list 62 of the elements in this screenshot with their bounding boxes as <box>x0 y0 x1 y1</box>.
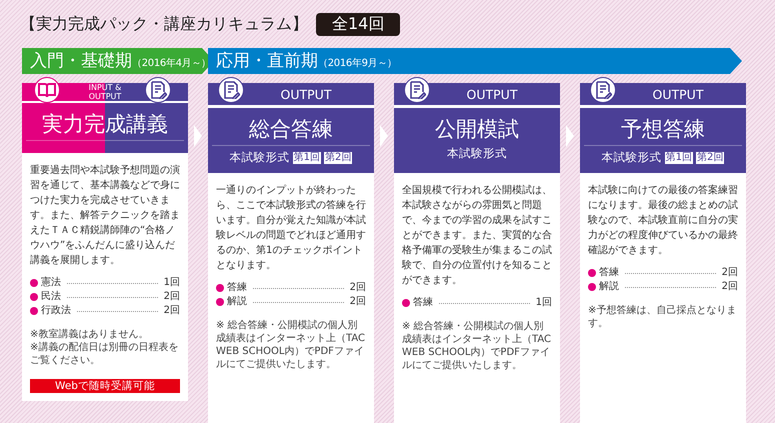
bullet-dot <box>30 293 38 301</box>
document-pencil-icon <box>222 81 240 99</box>
bullet-dot <box>216 284 224 292</box>
item-name: 民法 <box>41 290 61 304</box>
course-description: 一通りのインプットが終わったら、ここで本試験形式の答練を行います。自分が覚えた知識が本試験レベルの問題でどれほど通用するのか、第1のチェックポイントとなります。 <box>216 184 366 273</box>
page-title: 【実力完成パック・講座カリキュラム】 <box>20 14 308 34</box>
footnote: ※教室講義はありません。 <box>30 328 150 341</box>
course-title: 公開模試 <box>435 116 519 142</box>
document-pencil-icon <box>594 81 612 99</box>
web-badge: Webで随時受講可能 <box>30 379 180 393</box>
total-sessions-badge: 全14回 <box>316 12 400 36</box>
format-label: 本試験形式 <box>230 150 290 165</box>
item-name: 答練 <box>413 296 433 310</box>
course-description: 全国規模で行われる公開模試は、本試験さながらの雰囲気と問題で、今までの学習の成果を試すことができます。また、実質的な合格予備軍の受験生が集まるこの試験で、自分の位置付けを知ることができます。 <box>402 184 552 288</box>
session-count: 1回 <box>536 296 552 310</box>
chevron-icon <box>566 125 574 147</box>
chevron-icon <box>380 125 388 147</box>
footnote: ※講義の配信日は別冊の日程表をご覧ください。 <box>30 341 180 367</box>
chevron-icon <box>194 125 202 147</box>
session-count: 2回 <box>350 281 366 295</box>
item-name: 憲法 <box>41 276 61 290</box>
session-count: 2回 <box>350 295 366 309</box>
bullet-dot <box>588 283 596 291</box>
course-title: 予想答練 <box>621 116 705 142</box>
format-label: 本試験形式 <box>447 146 507 161</box>
header-label: OUTPUT <box>280 86 332 102</box>
course-title: 総合答練 <box>249 116 333 142</box>
book-icon <box>38 82 56 98</box>
phase-name: 応用・直前期 <box>216 50 318 73</box>
round-tag: 第1回 <box>664 152 693 164</box>
course-description: 重要過去問や本試験予想問題の演習を通じて、基本講義などで身につけた実力を完成させていきます。また、解答テクニックを踏まえたＴＡＣ精鋭講師陣の“合格ノウハウ”をふんだんに盛り込んだ講義を展開します。 <box>30 164 180 268</box>
footnote: ※ 総合答練・公開模試の個人別成績表はインターネット上（TAC WEB SCHOOL内）でPDFファイルにてご提供いたします。 <box>216 319 366 371</box>
document-pencil-icon <box>408 81 426 99</box>
bullet-dot <box>402 299 410 307</box>
format-label: 本試験形式 <box>602 150 662 165</box>
session-count: 2回 <box>722 280 738 294</box>
header-label: OUTPUT <box>466 86 518 102</box>
session-count: 2回 <box>164 290 180 304</box>
phase-period: （2016年4月～） <box>132 57 211 71</box>
item-name: 解説 <box>227 295 247 309</box>
item-name: 答練 <box>227 281 247 295</box>
course-title: 実力完成講義 <box>42 111 168 138</box>
item-name: 解説 <box>599 280 619 294</box>
round-tag: 第2回 <box>696 152 724 164</box>
session-count: 2回 <box>164 304 180 318</box>
bullet-dot <box>588 269 596 277</box>
session-count: 1回 <box>164 276 180 290</box>
footnote: ※予想答練は、自己採点となります。 <box>588 304 738 330</box>
round-tag: 第2回 <box>324 152 352 164</box>
round-tag: 第1回 <box>292 152 321 164</box>
phase-period: （2016年9月～） <box>318 57 397 71</box>
header-label: OUTPUT <box>652 86 704 102</box>
bullet-dot <box>216 298 224 306</box>
session-count: 2回 <box>722 266 738 280</box>
course-description: 本試験に向けての最後の答案練習になります。最後の総まとめの試験なので、本試験直前に自分の実力がどの程度伸びているかの最終確認ができます。 <box>588 184 738 258</box>
document-pencil-icon <box>149 81 167 99</box>
footnote: ※ 総合答練・公開模試の個人別成績表はインターネット上（TAC WEB SCHOOL内）でPDFファイルにてご提供いたします。 <box>402 320 552 372</box>
phase-name: 入門・基礎期 <box>30 50 132 73</box>
bullet-dot <box>30 307 38 315</box>
item-name: 行政法 <box>41 304 71 318</box>
bullet-dot <box>30 279 38 287</box>
item-name: 答練 <box>599 266 619 280</box>
